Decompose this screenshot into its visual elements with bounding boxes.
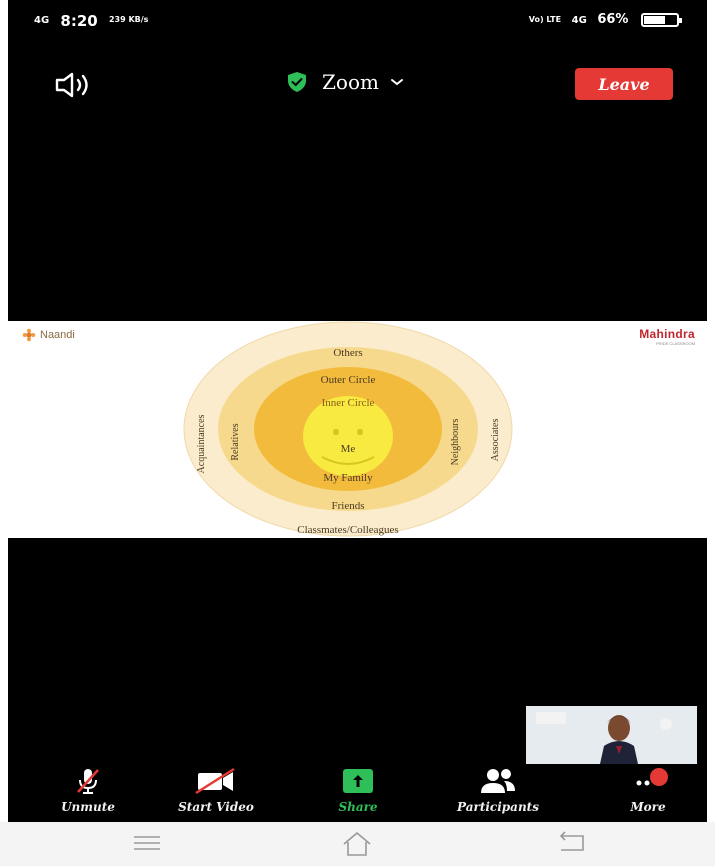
shield-check-icon bbox=[288, 72, 306, 92]
clock: 8:20 bbox=[60, 12, 98, 30]
more-label: More bbox=[630, 800, 666, 814]
menu-icon[interactable] bbox=[132, 830, 162, 860]
diagram-labels: Others Outer Circle Inner Circle Me My F… bbox=[196, 347, 501, 536]
label-acquaintances: Acquaintances bbox=[196, 414, 207, 473]
label-me: Me bbox=[341, 443, 356, 455]
muted-mic-icon bbox=[77, 769, 99, 794]
meeting-top-bar: Zoom Leave bbox=[8, 62, 707, 106]
start-video-label: Start Video bbox=[178, 800, 254, 814]
battery-icon bbox=[641, 12, 682, 27]
label-neighbours: Neighbours bbox=[450, 419, 461, 466]
label-classmates: Classmates/Colleagues bbox=[297, 524, 398, 536]
unmute-label: Unmute bbox=[61, 800, 115, 814]
volte-indicator: Vo) LTE bbox=[528, 14, 562, 24]
label-my-family: My Family bbox=[323, 472, 373, 484]
share-button[interactable]: Share bbox=[328, 766, 388, 822]
unmute-button[interactable]: Unmute bbox=[48, 766, 128, 822]
battery-percent: 66% bbox=[597, 12, 629, 27]
share-label: Share bbox=[338, 800, 378, 814]
self-view-video[interactable] bbox=[526, 706, 697, 764]
share-arrow-icon bbox=[343, 769, 373, 793]
more-button[interactable]: More bbox=[620, 766, 676, 822]
network-indicator: 4G bbox=[34, 15, 50, 26]
status-right: Vo) LTE 4G 66% bbox=[528, 12, 682, 27]
back-icon[interactable] bbox=[555, 830, 589, 860]
meeting-title-text: Zoom bbox=[322, 70, 379, 94]
status-bar: 4G 8:20 239 KB/s Vo) LTE 4G 66% bbox=[8, 0, 707, 40]
participants-label: Participants bbox=[457, 800, 539, 814]
start-video-button[interactable]: Start Video bbox=[166, 766, 266, 822]
home-icon[interactable] bbox=[340, 830, 374, 862]
self-view-person bbox=[526, 706, 697, 764]
data-speed: 239 KB/s bbox=[108, 15, 149, 24]
leave-button[interactable]: Leave bbox=[575, 68, 673, 100]
chevron-down-icon bbox=[390, 79, 403, 86]
video-off-icon bbox=[195, 767, 235, 795]
system-nav-bar bbox=[0, 822, 715, 866]
meeting-title[interactable]: Zoom bbox=[286, 70, 405, 94]
label-inner-circle: Inner Circle bbox=[322, 397, 375, 409]
shared-screen: Naandi Mahindra PRIDE CLASSROOM Others O… bbox=[8, 321, 707, 538]
meeting-toolbar: Unmute Start Video Share Participants Mo… bbox=[8, 766, 707, 822]
participants-button[interactable]: Participants bbox=[438, 766, 558, 822]
speaker-icon[interactable] bbox=[53, 70, 101, 100]
label-friends: Friends bbox=[332, 500, 365, 512]
label-relatives: Relatives bbox=[230, 423, 241, 460]
zoom-meeting-screen: 4G 8:20 239 KB/s Vo) LTE 4G 66% Zoom Lea… bbox=[8, 0, 707, 866]
label-associates: Associates bbox=[490, 419, 501, 462]
status-left: 4G 8:20 239 KB/s bbox=[34, 12, 148, 30]
label-others: Others bbox=[333, 347, 362, 359]
network-indicator-right: 4G bbox=[571, 15, 587, 26]
participants-icon bbox=[481, 769, 515, 793]
notification-badge bbox=[650, 768, 668, 786]
label-outer-circle: Outer Circle bbox=[321, 374, 376, 386]
